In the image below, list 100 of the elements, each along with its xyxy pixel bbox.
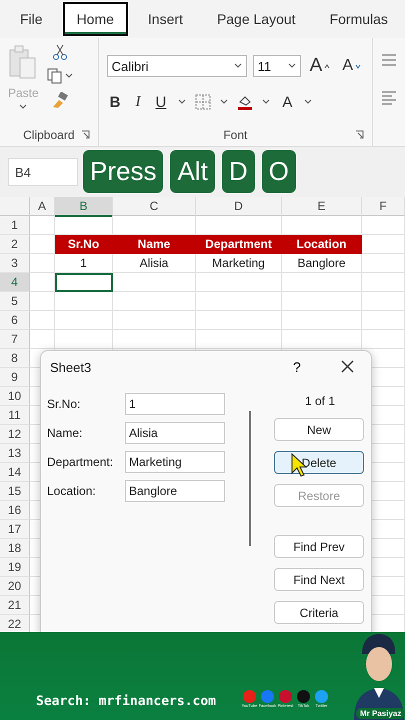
- row-header[interactable]: 14: [0, 463, 30, 482]
- empty-cell[interactable]: [196, 292, 282, 311]
- dialog-launcher-icon[interactable]: [80, 130, 90, 139]
- column-header[interactable]: D: [196, 197, 282, 216]
- empty-cell[interactable]: [362, 292, 405, 311]
- empty-cell[interactable]: [362, 273, 405, 292]
- ribbon-tab[interactable]: Home: [62, 2, 128, 36]
- row-header[interactable]: 5: [0, 292, 30, 311]
- row-header[interactable]: 1: [0, 216, 30, 235]
- ribbon-tab[interactable]: Formulas: [316, 2, 402, 36]
- name-box[interactable]: B4: [8, 158, 78, 186]
- column-header[interactable]: E: [282, 197, 362, 216]
- key-label: O: [262, 150, 296, 193]
- caret-icon[interactable]: [234, 63, 242, 69]
- format-painter-icon[interactable]: [52, 92, 68, 108]
- dialog-launcher-icon[interactable]: [355, 130, 364, 139]
- column-header[interactable]: C: [113, 197, 196, 216]
- caret-icon[interactable]: [304, 99, 312, 105]
- ribbon-tab[interactable]: Insert: [134, 2, 197, 36]
- row-header[interactable]: 3: [0, 254, 30, 273]
- empty-cell[interactable]: [113, 311, 196, 330]
- empty-cell[interactable]: [55, 292, 113, 311]
- empty-cell[interactable]: [282, 273, 362, 292]
- bold-button[interactable]: B: [106, 94, 124, 110]
- empty-cell[interactable]: [113, 330, 196, 349]
- empty-cell[interactable]: [55, 311, 113, 330]
- search-text: Search: mrfinancers.com: [36, 694, 216, 709]
- column-header[interactable]: B: [55, 197, 113, 217]
- empty-cell[interactable]: [362, 254, 405, 273]
- input-field[interactable]: Banglore: [125, 480, 225, 502]
- empty-cell[interactable]: [282, 292, 362, 311]
- fill-color-icon[interactable]: [237, 94, 254, 110]
- scissors-icon[interactable]: [52, 44, 68, 60]
- empty-cell[interactable]: [282, 311, 362, 330]
- row-header[interactable]: 17: [0, 520, 30, 539]
- caret-icon[interactable]: [64, 73, 73, 79]
- row-header[interactable]: 15: [0, 482, 30, 501]
- row-header[interactable]: 18: [0, 539, 30, 558]
- group-label: Font: [223, 128, 248, 142]
- row-header[interactable]: 20: [0, 577, 30, 596]
- align-top-icon[interactable]: [381, 52, 397, 68]
- dialog-button[interactable]: New: [274, 418, 364, 441]
- ribbon-tab[interactable]: File: [6, 2, 57, 36]
- row-header[interactable]: 9: [0, 368, 30, 387]
- input-field[interactable]: Alisia: [125, 422, 225, 444]
- empty-cell[interactable]: [196, 330, 282, 349]
- input-field[interactable]: 1: [125, 393, 225, 415]
- caret-icon[interactable]: [19, 104, 28, 110]
- empty-cell[interactable]: [362, 216, 405, 235]
- close-icon[interactable]: [341, 360, 354, 373]
- dialog-button[interactable]: Find Next: [274, 568, 364, 591]
- caret-icon[interactable]: [288, 63, 296, 69]
- empty-cell[interactable]: [113, 292, 196, 311]
- active-cell[interactable]: [55, 273, 113, 292]
- row-header[interactable]: 8: [0, 349, 30, 368]
- empty-cell[interactable]: [362, 330, 405, 349]
- input-field[interactable]: Marketing: [125, 451, 225, 473]
- font-color-button[interactable]: A: [279, 94, 296, 110]
- caret-icon[interactable]: [220, 99, 228, 105]
- row-header[interactable]: 7: [0, 330, 30, 349]
- row-header[interactable]: 12: [0, 425, 30, 444]
- dialog-button[interactable]: Find Prev: [274, 535, 364, 558]
- row-header[interactable]: 6: [0, 311, 30, 330]
- borders-icon[interactable]: [195, 94, 212, 110]
- caret-icon[interactable]: [262, 99, 270, 105]
- font-size-combo[interactable]: 11: [252, 55, 301, 77]
- caret-icon[interactable]: [178, 99, 186, 105]
- font-family-combo[interactable]: Calibri: [106, 55, 247, 77]
- social-icon[interactable]: [297, 690, 310, 703]
- italic-button[interactable]: I: [132, 94, 144, 110]
- help-button[interactable]: ?: [293, 359, 301, 375]
- shrink-font-button[interactable]: A: [339, 57, 364, 75]
- align-left-icon[interactable]: [381, 90, 397, 106]
- social-icon[interactable]: [315, 690, 328, 703]
- select-all-corner[interactable]: [0, 197, 30, 216]
- row-header[interactable]: 2: [0, 235, 30, 254]
- table-cell: Banglore: [282, 254, 362, 273]
- copy-icon[interactable]: [46, 68, 63, 84]
- row-header[interactable]: 21: [0, 596, 30, 615]
- empty-cell[interactable]: [196, 311, 282, 330]
- column-header[interactable]: A: [30, 197, 55, 216]
- empty-cell[interactable]: [196, 273, 282, 292]
- table-cell: Marketing: [196, 254, 282, 273]
- row-header[interactable]: 11: [0, 406, 30, 425]
- row-header[interactable]: 19: [0, 558, 30, 577]
- empty-cell[interactable]: [282, 330, 362, 349]
- dialog-button[interactable]: Criteria: [274, 601, 364, 624]
- field-label: Location:: [47, 484, 97, 498]
- empty-cell[interactable]: [55, 330, 113, 349]
- row-header[interactable]: 4: [0, 273, 30, 292]
- underline-button[interactable]: U: [152, 94, 170, 110]
- social-icon[interactable]: [279, 690, 292, 703]
- row-header[interactable]: 13: [0, 444, 30, 463]
- column-header[interactable]: F: [362, 197, 405, 216]
- row-header[interactable]: 16: [0, 501, 30, 520]
- ribbon-tab[interactable]: Page Layout: [202, 2, 310, 36]
- grow-font-button[interactable]: A: [306, 55, 334, 77]
- empty-cell[interactable]: [113, 273, 196, 292]
- row-header[interactable]: 10: [0, 387, 30, 406]
- empty-cell[interactable]: [362, 311, 405, 330]
